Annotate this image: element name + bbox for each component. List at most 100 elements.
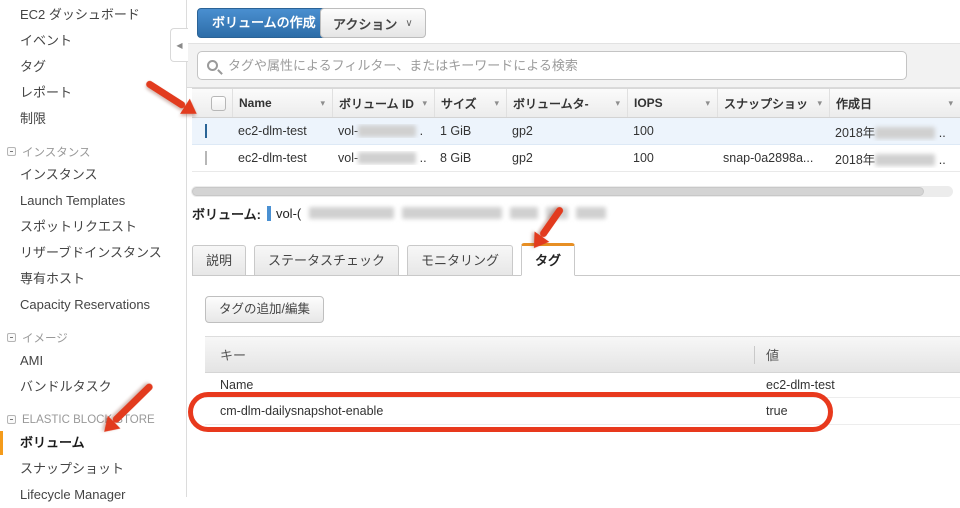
volume-id-suffix: .. — [419, 151, 427, 165]
sidebar-section-instances[interactable]: インスタンス — [0, 141, 186, 162]
tag-row[interactable]: cm-dlm-dailysnapshot-enable true — [205, 398, 960, 425]
sidebar-item-label: インスタンス — [20, 167, 98, 182]
sidebar-item-limits[interactable]: 制限 — [0, 106, 186, 132]
redacted-text — [510, 207, 539, 219]
redacted-text — [546, 207, 569, 219]
created-cell: 2018年 .. — [829, 149, 960, 168]
sidebar-nav: EC2 ダッシュボード イベント タグ レポート 制限 インスタンス インスタン… — [0, 0, 187, 502]
table-row[interactable]: ec2-dlm-test vol- .. 8 GiB gp2 100 snap-… — [192, 145, 960, 172]
sidebar-item-label: スナップショット — [20, 461, 125, 476]
sidebar-item-label: リザーブドインスタンス — [20, 245, 162, 260]
collapse-section-icon[interactable] — [7, 147, 16, 156]
tab-status-checks[interactable]: ステータスチェック — [254, 245, 400, 275]
created-prefix: 2018年 — [835, 125, 876, 140]
add-edit-tags-button[interactable]: タグの追加/編集 — [205, 296, 324, 323]
sort-icon: ▾ — [320, 97, 325, 108]
sidebar-item-instances[interactable]: インスタンス — [0, 162, 186, 188]
column-label: ボリューム ID — [339, 96, 414, 111]
sidebar-section-label: イメージ — [22, 332, 68, 345]
name-cell: ec2-dlm-test — [238, 124, 307, 138]
column-header-value-wrap: 値 — [754, 345, 960, 364]
column-label: Name — [239, 96, 272, 110]
sort-icon: ▾ — [615, 97, 620, 108]
sidebar-section-images[interactable]: イメージ — [0, 327, 186, 348]
column-header-size[interactable]: サイズ ▾ — [434, 89, 506, 117]
sort-icon: ▾ — [494, 97, 499, 108]
select-all-checkbox[interactable] — [211, 95, 226, 111]
sidebar-item-volumes[interactable]: ボリューム — [0, 430, 186, 456]
search-box[interactable] — [197, 51, 907, 80]
sidebar-item-bundle-tasks[interactable]: バンドルタスク — [0, 374, 186, 400]
sort-icon: ▾ — [817, 97, 822, 108]
table-row[interactable]: ec2-dlm-test vol- . 1 GiB gp2 100 2018年 … — [192, 118, 960, 145]
redacted-text — [402, 207, 503, 219]
sidebar-item-events[interactable]: イベント — [0, 28, 186, 54]
chevron-down-icon: ∨ — [405, 17, 413, 29]
row-checkbox[interactable] — [205, 151, 207, 165]
collapse-section-icon[interactable] — [7, 333, 16, 342]
sidebar-item-capacity-reservations[interactable]: Capacity Reservations — [0, 292, 186, 318]
tag-value-cell: ec2-dlm-test — [766, 378, 835, 392]
redacted-text — [875, 126, 936, 139]
selection-bar-icon — [266, 205, 271, 221]
sidebar-item-ami[interactable]: AMI — [0, 348, 186, 374]
column-label: サイズ — [441, 96, 477, 111]
actions-button[interactable]: アクション ∨ — [320, 8, 426, 38]
chevron-left-icon: ◀ — [176, 40, 183, 50]
iops-cell: 100 — [633, 124, 654, 138]
sidebar-item-lifecycle-manager[interactable]: Lifecycle Manager — [0, 482, 186, 508]
selected-indicator — [0, 431, 3, 455]
column-header-iops[interactable]: IOPS ▾ — [627, 89, 717, 117]
sidebar-item-snapshots[interactable]: スナップショット — [0, 456, 186, 482]
tab-monitoring[interactable]: モニタリング — [407, 245, 514, 275]
redacted-text — [576, 207, 607, 219]
sort-icon: ▾ — [422, 97, 427, 108]
collapse-section-icon[interactable] — [7, 415, 16, 424]
horizontal-scrollbar[interactable] — [191, 186, 953, 197]
sidebar-item-tags[interactable]: タグ — [0, 54, 186, 80]
sidebar-item-label: 制限 — [20, 111, 47, 126]
tab-tags[interactable]: タグ — [521, 243, 576, 276]
sidebar-item-spot-requests[interactable]: スポットリクエスト — [0, 214, 186, 240]
tag-row[interactable]: Name ec2-dlm-test — [205, 373, 960, 398]
volume-type-cell: gp2 — [512, 151, 533, 165]
redacted-text — [309, 207, 395, 219]
redacted-text — [358, 125, 417, 137]
sidebar-item-label: 専有ホスト — [20, 271, 86, 286]
column-header-name[interactable]: Name ▾ — [232, 89, 332, 117]
column-header-created[interactable]: 作成日 ▾ — [829, 89, 960, 117]
sidebar-item-label: タグ — [20, 59, 47, 74]
row-checkbox[interactable] — [205, 124, 207, 138]
create-volume-button[interactable]: ボリュームの作成 — [197, 8, 331, 38]
filter-bar — [187, 43, 960, 88]
volume-id-suffix: . — [419, 124, 424, 138]
sidebar-item-reports[interactable]: レポート — [0, 80, 186, 106]
column-header-key: キー — [220, 348, 247, 363]
tab-description[interactable]: 説明 — [192, 245, 247, 275]
column-header-volume-id[interactable]: ボリューム ID ▾ — [332, 89, 434, 117]
size-cell: 1 GiB — [440, 124, 472, 138]
detail-tab-bar: 説明 ステータスチェック モニタリング タグ — [192, 243, 960, 276]
sidebar-item-launch-templates[interactable]: Launch Templates — [0, 188, 186, 214]
tags-table: キー 値 Name ec2-dlm-test cm-dlm-dailysnaps… — [205, 336, 960, 425]
sidebar-item-ec2-dashboard[interactable]: EC2 ダッシュボード — [0, 2, 186, 28]
column-header-snapshot[interactable]: スナップショッ ▾ — [717, 89, 829, 117]
scrollbar-thumb[interactable] — [192, 187, 924, 196]
created-prefix: 2018年 — [835, 152, 876, 167]
collapse-sidebar-button[interactable]: ◀ — [170, 28, 188, 62]
search-input[interactable] — [226, 57, 897, 74]
sidebar-item-dedicated-hosts[interactable]: 専有ホスト — [0, 266, 186, 292]
tag-key-cell: cm-dlm-dailysnapshot-enable — [220, 404, 384, 418]
search-icon — [207, 60, 218, 71]
checkbox-cell — [192, 124, 232, 138]
column-header-volume-type[interactable]: ボリュームタ- ▾ — [506, 89, 627, 117]
column-label: スナップショッ — [724, 96, 809, 111]
sort-icon: ▾ — [705, 97, 710, 108]
column-label: IOPS — [634, 96, 663, 110]
iops-cell: 100 — [633, 151, 654, 165]
sidebar-item-reserved-instances[interactable]: リザーブドインスタンス — [0, 240, 186, 266]
sidebar-section-elastic-block-store[interactable]: ELASTIC BLOCK STORE — [0, 409, 186, 430]
sidebar-item-label: EC2 ダッシュボード — [20, 7, 140, 22]
sidebar-item-label: AMI — [20, 353, 44, 368]
column-divider — [754, 345, 755, 364]
